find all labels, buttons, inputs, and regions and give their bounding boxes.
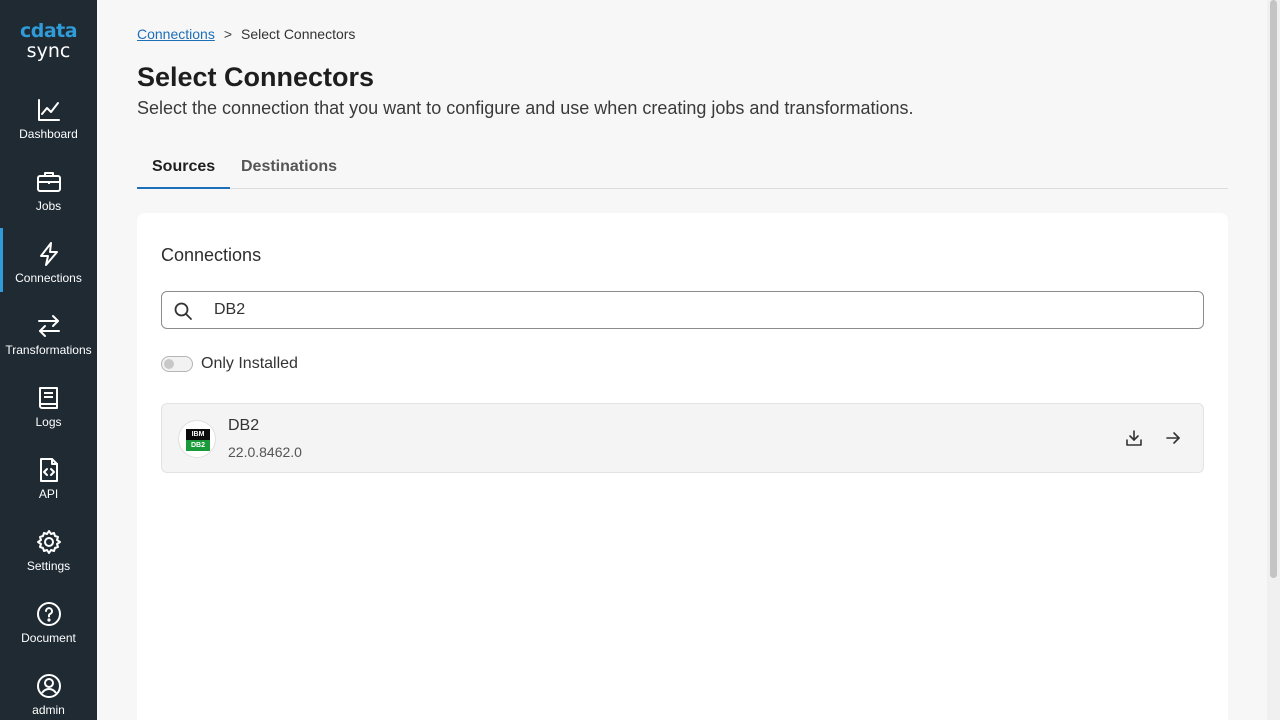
question-circle-icon <box>36 601 62 627</box>
connector-version: 22.0.8462.0 <box>228 444 302 460</box>
sidebar-item-admin[interactable]: admin <box>0 673 97 720</box>
logo-word: cdata <box>19 20 78 42</box>
tab-sources[interactable]: Sources <box>137 146 231 189</box>
logo-bottom-text: DB2 <box>186 440 210 451</box>
search-input[interactable] <box>214 296 1174 324</box>
code-file-icon <box>36 457 62 483</box>
tab-bar: Sources Destinations <box>137 146 1228 189</box>
sidebar-item-dashboard[interactable]: Dashboard <box>0 97 97 161</box>
breadcrumb-current: Select Connectors <box>241 26 356 42</box>
scrollbar[interactable] <box>1267 0 1280 720</box>
gear-icon <box>36 529 62 555</box>
connector-item-db2[interactable]: IBM DB2 DB2 22.0.8462.0 <box>161 403 1204 473</box>
scrollbar-thumb[interactable] <box>1270 0 1277 578</box>
arrows-swap-icon <box>36 313 62 339</box>
app-logo[interactable]: cdata sync <box>0 20 97 62</box>
sidebar-item-label: API <box>38 487 59 501</box>
sidebar-item-api[interactable]: API <box>0 457 97 521</box>
only-installed-toggle[interactable] <box>161 356 193 372</box>
page-subtitle: Select the connection that you want to c… <box>137 98 914 118</box>
sidebar-item-settings[interactable]: Settings <box>0 529 97 593</box>
briefcase-icon <box>36 169 62 195</box>
sidebar-item-label: Logs <box>35 415 62 429</box>
sidebar-item-label: Dashboard <box>19 127 78 141</box>
sidebar-item-label: admin <box>32 703 65 717</box>
db2-logo-icon: IBM DB2 <box>178 420 216 458</box>
user-circle-icon <box>36 673 62 699</box>
breadcrumb: Connections > Select Connectors <box>137 26 355 42</box>
sidebar-item-logs[interactable]: Logs <box>0 385 97 449</box>
connector-name: DB2 <box>228 417 260 434</box>
sidebar-item-label: Connections <box>15 271 82 285</box>
logo-sub: sync <box>26 40 71 62</box>
toggle-knob <box>164 359 174 369</box>
logo-top-text: IBM <box>186 429 210 440</box>
lightning-icon <box>36 241 62 267</box>
sidebar-item-label: Transformations <box>5 343 92 357</box>
book-icon <box>36 385 62 411</box>
sidebar-item-label: Jobs <box>35 199 62 213</box>
sidebar-item-transformations[interactable]: Transformations <box>0 313 97 377</box>
search-box[interactable] <box>161 291 1204 329</box>
sidebar-item-document[interactable]: Document <box>0 601 97 665</box>
breadcrumb-separator: > <box>223 26 233 42</box>
page-title: Select Connectors <box>137 62 375 92</box>
chart-line-icon <box>36 97 62 123</box>
sidebar-item-jobs[interactable]: Jobs <box>0 169 97 233</box>
sidebar: cdata sync Dashboard Jobs Connections Tr… <box>0 0 97 720</box>
tab-destinations[interactable]: Destinations <box>226 146 352 189</box>
sidebar-item-connections[interactable]: Connections <box>0 228 97 305</box>
sidebar-item-label: Settings <box>26 559 71 573</box>
connections-card: Connections Only Installed IBM DB2 DB2 2… <box>137 213 1228 720</box>
download-icon[interactable] <box>1125 429 1143 447</box>
sidebar-item-label: Document <box>21 631 76 645</box>
search-icon <box>173 301 193 321</box>
breadcrumb-link-connections[interactable]: Connections <box>137 26 215 42</box>
card-title: Connections <box>161 245 262 265</box>
arrow-right-icon[interactable] <box>1164 429 1182 447</box>
only-installed-label: Only Installed <box>201 355 298 372</box>
